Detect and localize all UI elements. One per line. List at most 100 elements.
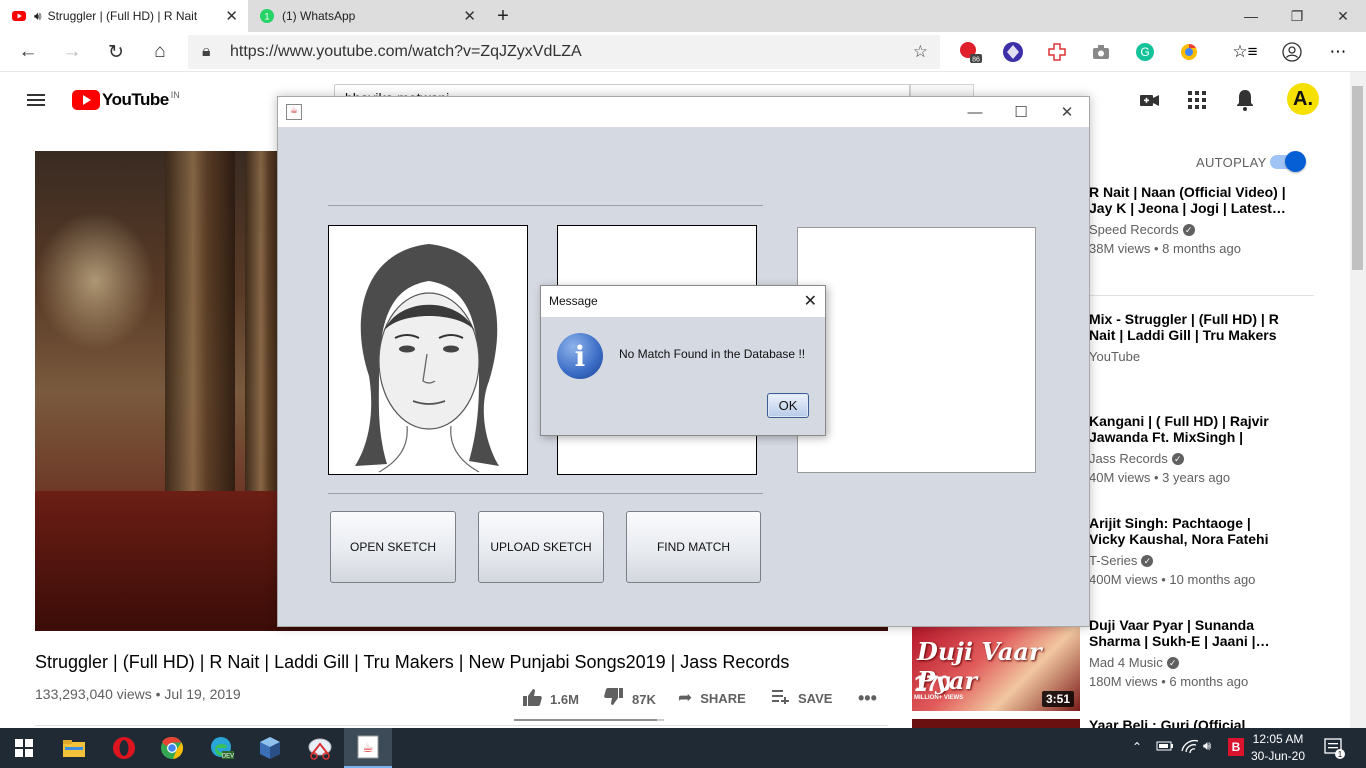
show-hidden-icons-icon[interactable]: ⌃ — [1132, 740, 1142, 754]
message-dialog: Message ✕ i No Match Found in the Databa… — [540, 285, 826, 436]
recommendation-item[interactable]: Yaar Beli : Guri (Official Video)… — [1089, 719, 1289, 728]
recommendation-title: R Nait | Naan (Official Video) | Jay K |… — [1089, 184, 1286, 216]
back-arrow-icon[interactable]: ← — [12, 36, 44, 68]
like-ratio-fill — [514, 719, 657, 721]
recommendation-channel: Jass Records — [1089, 451, 1168, 466]
profile-icon[interactable] — [1280, 40, 1304, 64]
recommendation-item[interactable]: Duji Vaar Pyar | Sunanda Sharma | Sukh-E… — [1089, 617, 1289, 689]
recommendation-thumbnail[interactable] — [912, 719, 1080, 728]
upload-sketch-button[interactable]: UPLOAD SKETCH — [478, 511, 604, 583]
recommendation-item[interactable]: R Nait | Naan (Official Video) | Jay K |… — [1089, 184, 1289, 256]
separator — [328, 493, 763, 494]
page-scrollbar-thumb[interactable] — [1352, 86, 1363, 270]
open-sketch-button[interactable]: OPEN SKETCH — [330, 511, 456, 583]
more-options-icon[interactable]: ⋯ — [1326, 40, 1350, 64]
share-arrow-icon: ➦ — [678, 688, 693, 707]
new-tab-button[interactable]: + — [488, 0, 518, 32]
svg-text:1: 1 — [264, 12, 269, 22]
close-icon[interactable]: ✕ — [804, 291, 817, 311]
recommendation-meta: 38M views • 8 months ago — [1089, 241, 1241, 256]
action-center-icon[interactable]: 1 — [1324, 738, 1346, 765]
recommendation-meta: 400M views • 10 months ago — [1089, 572, 1256, 587]
dialog-title-bar[interactable]: Message ✕ — [541, 286, 825, 317]
favorites-list-icon[interactable]: ☆≡ — [1232, 40, 1257, 64]
svg-text:DEV: DEV — [222, 754, 234, 760]
apps-grid-icon[interactable] — [1186, 89, 1208, 116]
create-video-icon[interactable] — [1138, 89, 1160, 116]
extension-cross-icon[interactable] — [1045, 40, 1069, 64]
lock-icon: 🔒︎ — [202, 43, 211, 60]
windows-taskbar: DEV ☕ ⌃ 🔊︎ B 12:05 AM 30-Jun-20 1 — [0, 728, 1366, 768]
audio-playing-icon[interactable]: 🔊︎ — [34, 9, 42, 24]
system-clock[interactable]: 12:05 AM 30-Jun-20 — [1246, 731, 1310, 765]
divider — [1089, 295, 1314, 296]
verified-check-icon: ✓ — [1171, 452, 1184, 465]
wifi-icon[interactable] — [1180, 738, 1200, 759]
recommendation-channel: YouTube — [1089, 349, 1141, 364]
file-explorer-icon[interactable] — [50, 728, 98, 768]
tab-youtube[interactable]: 🔊︎ Struggler | (Full HD) | R Nait ✕ — [0, 0, 248, 32]
screenshot-camera-icon[interactable] — [1089, 40, 1113, 64]
window-title-bar[interactable]: ☕ — ☐ ✕ — [278, 97, 1089, 127]
tab-whatsapp[interactable]: 1 (1) WhatsApp ✕ — [248, 0, 486, 32]
recommendation-item[interactable]: Arijit Singh: Pachtaoge | Vicky Kaushal,… — [1089, 515, 1289, 587]
youtube-favicon-icon — [12, 9, 26, 23]
dislike-button[interactable]: 87K — [604, 688, 656, 711]
autoplay-toggle-knob[interactable] — [1285, 151, 1306, 172]
more-actions-icon[interactable]: ••• — [858, 688, 877, 709]
close-tab-icon[interactable]: ✕ — [225, 7, 238, 25]
recommendation-title: Arijit Singh: Pachtaoge | Vicky Kaushal,… — [1089, 515, 1269, 547]
virtualbox-icon[interactable] — [246, 728, 294, 768]
face-sketch-image — [329, 226, 527, 474]
close-window-icon[interactable]: ✕ — [1320, 0, 1366, 32]
favorite-star-icon[interactable]: ☆ — [913, 42, 928, 62]
thumbs-up-icon — [522, 688, 542, 711]
like-button[interactable]: 1.6M — [522, 688, 579, 711]
extension-adblock-icon[interactable]: 86 — [958, 40, 982, 64]
recommendation-item[interactable]: Mix - Struggler | (Full HD) | R Nait | L… — [1089, 311, 1289, 364]
minimize-icon[interactable]: — — [1228, 0, 1274, 32]
bitdefender-tray-icon[interactable]: B — [1228, 738, 1244, 756]
extension-chrome-icon[interactable] — [1177, 40, 1201, 64]
region-label: IN — [170, 90, 180, 100]
whatsapp-favicon-icon: 1 — [260, 9, 274, 23]
opera-icon[interactable] — [100, 728, 148, 768]
recommendation-thumbnail[interactable]: Duji Vaar Pyar 170 MILLION+ VIEWS 3:51 — [912, 627, 1080, 711]
ok-button[interactable]: OK — [767, 393, 809, 418]
battery-icon[interactable] — [1155, 738, 1175, 759]
grammarly-icon[interactable]: G — [1133, 40, 1157, 64]
extension-cube-icon[interactable] — [1001, 40, 1025, 64]
volume-icon[interactable]: 🔊︎ — [1203, 738, 1211, 754]
chrome-icon[interactable] — [148, 728, 196, 768]
result-details-panel — [797, 227, 1036, 473]
home-icon[interactable]: ⌂ — [144, 36, 176, 68]
close-window-icon[interactable]: ✕ — [1044, 97, 1090, 127]
forward-arrow-icon[interactable]: → — [56, 36, 88, 68]
close-tab-icon[interactable]: ✕ — [463, 7, 476, 25]
maximize-icon[interactable]: ☐ — [998, 97, 1044, 127]
edge-browser-icon[interactable]: DEV — [198, 728, 246, 768]
save-button[interactable]: SAVE — [772, 688, 832, 709]
divider — [35, 725, 888, 726]
dislike-count: 87K — [632, 692, 656, 707]
recommendation-item[interactable]: Kangani | ( Full HD) | Rajvir Jawanda Ft… — [1089, 413, 1289, 485]
youtube-logo[interactable]: YouTube IN — [72, 90, 180, 110]
address-bar[interactable]: 🔒︎ https://www.youtube.com/watch?v=ZqJZy… — [188, 35, 940, 69]
java-app-taskbar-icon[interactable]: ☕ — [344, 728, 392, 768]
tab-title: (1) WhatsApp — [282, 9, 356, 23]
thumbnail-views-number: 170 — [914, 671, 951, 696]
svg-text:☕: ☕ — [362, 740, 374, 755]
snipping-tool-icon[interactable] — [296, 728, 344, 768]
information-icon: i — [557, 333, 603, 379]
refresh-icon[interactable]: ↻ — [100, 36, 132, 68]
share-button[interactable]: ➦ SHARE — [678, 688, 746, 708]
url-text[interactable]: https://www.youtube.com/watch?v=ZqJZyxVd… — [230, 43, 913, 61]
recommendation-meta: 180M views • 6 months ago — [1089, 674, 1249, 689]
minimize-icon[interactable]: — — [952, 97, 998, 127]
restore-icon[interactable]: ❐ — [1274, 0, 1320, 32]
avatar[interactable]: A. — [1287, 83, 1319, 115]
notifications-bell-icon[interactable] — [1234, 88, 1256, 117]
windows-start-icon[interactable] — [0, 728, 48, 768]
hamburger-menu-icon[interactable] — [24, 88, 48, 112]
find-match-button[interactable]: FIND MATCH — [626, 511, 761, 583]
